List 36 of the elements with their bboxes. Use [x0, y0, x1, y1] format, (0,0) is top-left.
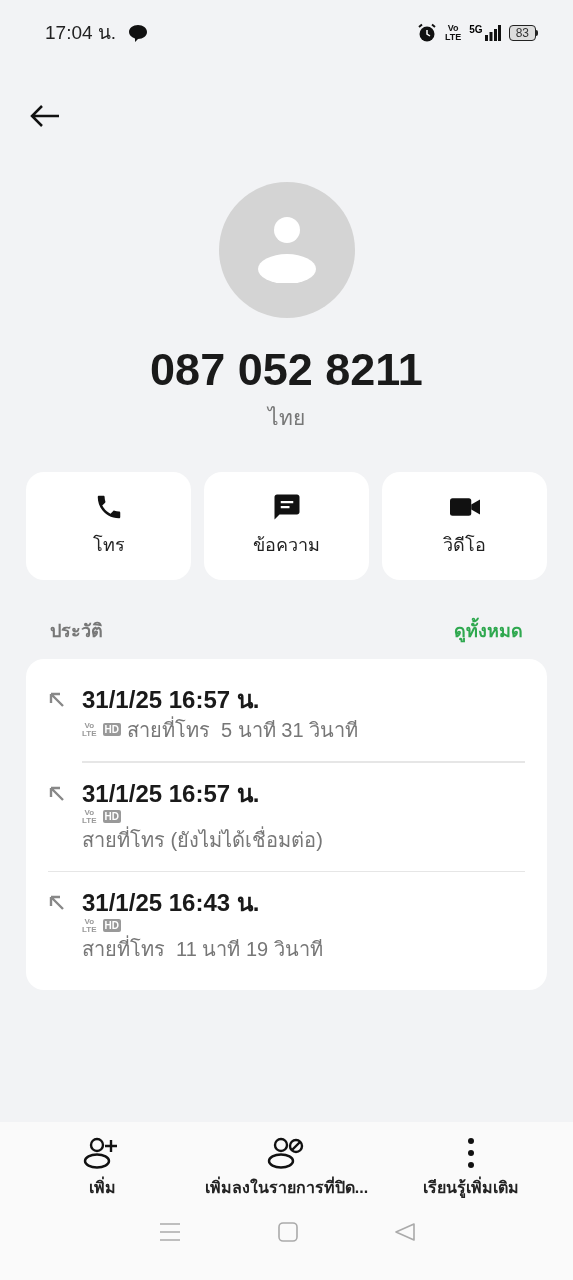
- call-button[interactable]: โทร: [26, 471, 191, 580]
- alarm-icon: [416, 23, 437, 43]
- network-type: 5G: [469, 25, 483, 35]
- hd-badge: HD: [102, 723, 121, 736]
- hd-badge: HD: [102, 810, 121, 823]
- status-time: 17:04 น.: [45, 20, 117, 45]
- menu-icon[interactable]: [158, 1222, 181, 1242]
- video-call-button[interactable]: วิดีโอ: [382, 471, 547, 580]
- call-datetime: 31/1/25 16:57 น.: [82, 684, 261, 715]
- volte-indicator: Vo LTE: [444, 24, 462, 42]
- call-datetime: 31/1/25 16:57 น.: [82, 778, 261, 809]
- outgoing-call-icon: [48, 784, 66, 803]
- more-button[interactable]: เรียนรู้เพิ่มเติม: [378, 1136, 563, 1200]
- block-person-icon: [267, 1136, 306, 1170]
- chat-app-icon: [128, 23, 149, 43]
- call-detail: สายที่โทร 11 นาที 19 วินาที: [82, 934, 323, 962]
- number-location: ไทย: [268, 405, 305, 431]
- call-detail: สายที่โทร (ยังไม่ได้เชื่อมต่อ): [82, 825, 323, 853]
- call-detail: สายที่โทร 5 นาที 31 วินาที: [126, 715, 359, 743]
- more-options-icon: [465, 1136, 476, 1170]
- hd-badge: HD: [102, 919, 121, 932]
- back-icon[interactable]: [394, 1222, 415, 1242]
- add-contact-button[interactable]: เพิ่ม: [10, 1136, 195, 1200]
- volte-label: Vo LTE: [82, 917, 97, 934]
- outgoing-call-icon: [48, 893, 66, 912]
- message-button[interactable]: ข้อความ: [204, 471, 369, 580]
- battery-indicator: 83: [508, 25, 536, 41]
- signal-icon: [484, 25, 501, 41]
- call-datetime: 31/1/25 16:43 น.: [82, 887, 261, 918]
- outgoing-call-icon: [48, 690, 66, 709]
- block-button[interactable]: เพิ่มลงในรายการที่ปิด...: [194, 1136, 379, 1200]
- volte-label: Vo LTE: [82, 721, 97, 738]
- volte-label: Vo LTE: [82, 808, 97, 825]
- phone-number: 087 052 8211: [150, 343, 423, 397]
- section-title: ประวัติ: [50, 619, 103, 643]
- home-icon[interactable]: [277, 1222, 298, 1242]
